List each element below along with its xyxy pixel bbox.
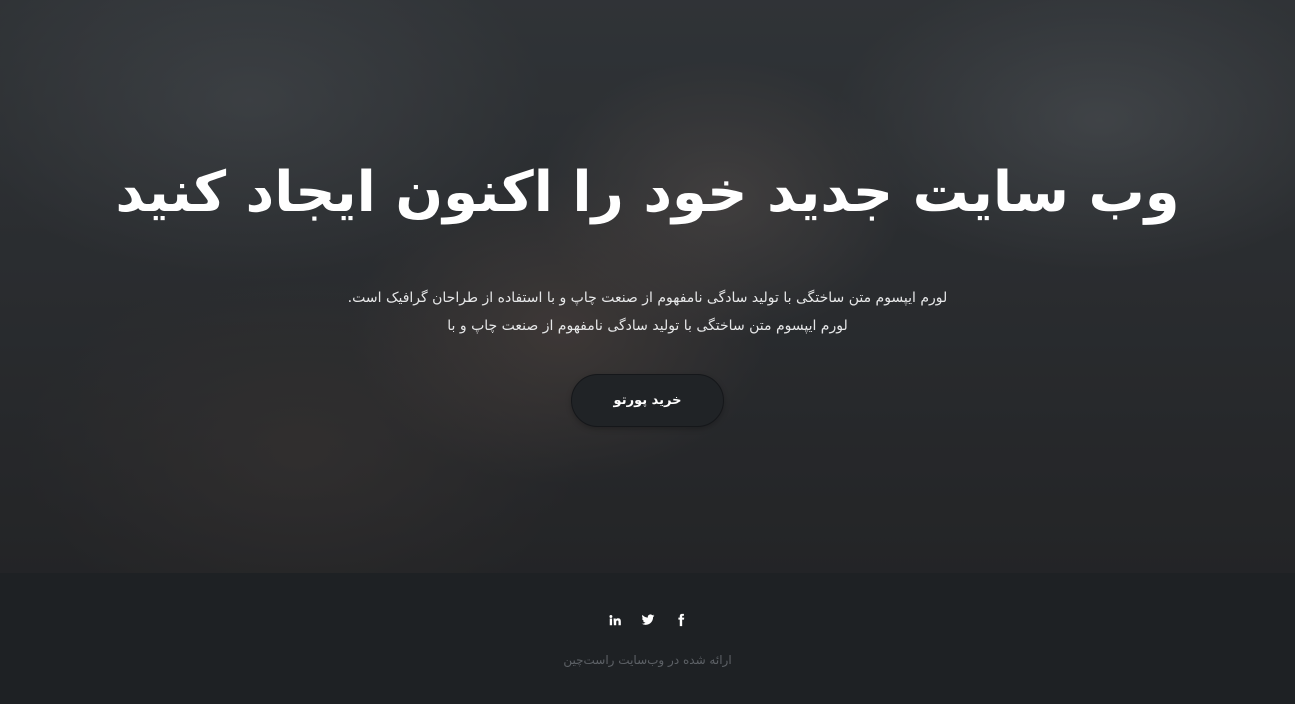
hero-title: وب سایت جدید خود را اکنون ایجاد کنید [115, 160, 1180, 225]
twitter-link[interactable] [638, 610, 657, 629]
hero-description-line-1: لورم ایپسوم متن ساختگی با تولید سادگی نا… [347, 290, 948, 306]
linkedin-link[interactable] [605, 610, 624, 629]
hero-section: وب سایت جدید خود را اکنون ایجاد کنید لور… [0, 0, 1295, 573]
linkedin-icon [608, 614, 621, 625]
facebook-icon [677, 613, 684, 626]
hero-description: لورم ایپسوم متن ساختگی با تولید سادگی نا… [0, 284, 1295, 340]
social-links [0, 610, 1295, 629]
footer-credit: ارائه شده در وب‌سایت راست‌چین [563, 653, 732, 667]
footer: ارائه شده در وب‌سایت راست‌چین [0, 573, 1295, 704]
twitter-icon [641, 613, 654, 625]
facebook-link[interactable] [671, 610, 690, 629]
buy-porto-button[interactable]: خرید پورتو [571, 374, 724, 427]
hero-description-line-2: لورم ایپسوم متن ساختگی با تولید سادگی نا… [447, 318, 848, 334]
